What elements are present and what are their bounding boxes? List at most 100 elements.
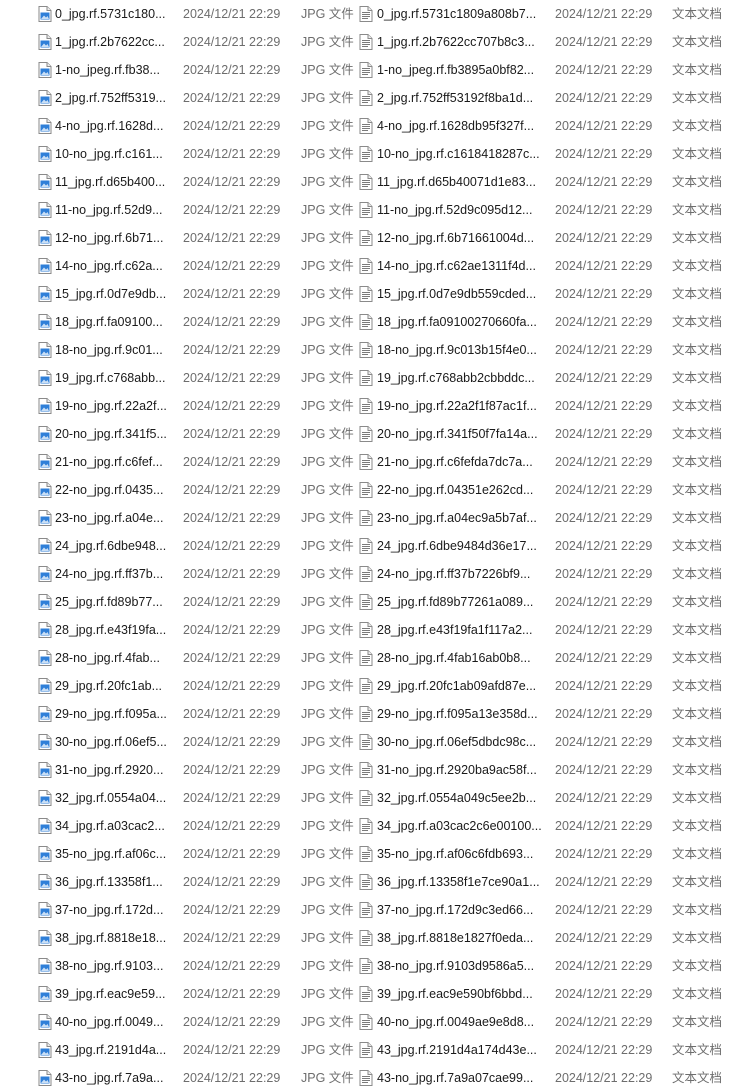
text-file-name[interactable]: 43-no_jpg.rf.7a9a07cae99... — [377, 1064, 543, 1092]
jpg-file-name[interactable]: 23-no_jpg.rf.a04e... — [55, 504, 173, 532]
text-file-name[interactable]: 18_jpg.rf.fa09100270660fa... — [377, 308, 543, 336]
jpg-file-name[interactable]: 31-no_jpg.rf.2920... — [55, 756, 173, 784]
jpg-file-name[interactable]: 14-no_jpg.rf.c62a... — [55, 252, 173, 280]
jpg-file-name[interactable]: 18_jpg.rf.fa09100... — [55, 308, 173, 336]
file-row[interactable]: 18_jpg.rf.fa09100... 2024/12/21 22:29 JP… — [0, 308, 750, 336]
file-row[interactable]: 2_jpg.rf.752ff5319... 2024/12/21 22:29 J… — [0, 84, 750, 112]
jpg-file-name[interactable]: 29_jpg.rf.20fc1ab... — [55, 672, 173, 700]
text-file-name[interactable]: 11_jpg.rf.d65b40071d1e83... — [377, 168, 543, 196]
text-file-name[interactable]: 1_jpg.rf.2b7622cc707b8c3... — [377, 28, 543, 56]
text-file-name[interactable]: 18-no_jpg.rf.9c013b15f4e0... — [377, 336, 543, 364]
jpg-file-name[interactable]: 19-no_jpg.rf.22a2f... — [55, 392, 173, 420]
file-row[interactable]: 19_jpg.rf.c768abb... 2024/12/21 22:29 JP… — [0, 364, 750, 392]
text-file-name[interactable]: 0_jpg.rf.5731c1809a808b7... — [377, 0, 543, 28]
jpg-file-name[interactable]: 28-no_jpg.rf.4fab... — [55, 644, 173, 672]
file-row[interactable]: 43-no_jpg.rf.7a9a... 2024/12/21 22:29 JP… — [0, 1064, 750, 1092]
jpg-file-name[interactable]: 38_jpg.rf.8818e18... — [55, 924, 173, 952]
jpg-file-name[interactable]: 19_jpg.rf.c768abb... — [55, 364, 173, 392]
text-file-name[interactable]: 37-no_jpg.rf.172d9c3ed66... — [377, 896, 543, 924]
jpg-file-name[interactable]: 32_jpg.rf.0554a04... — [55, 784, 173, 812]
file-row[interactable]: 32_jpg.rf.0554a04... 2024/12/21 22:29 JP… — [0, 784, 750, 812]
text-file-name[interactable]: 34_jpg.rf.a03cac2c6e00100... — [377, 812, 543, 840]
text-file-name[interactable]: 39_jpg.rf.eac9e590bf6bbd... — [377, 980, 543, 1008]
jpg-file-name[interactable]: 39_jpg.rf.eac9e59... — [55, 980, 173, 1008]
text-file-name[interactable]: 29_jpg.rf.20fc1ab09afd87e... — [377, 672, 543, 700]
text-file-name[interactable]: 22-no_jpg.rf.04351e262cd... — [377, 476, 543, 504]
text-file-name[interactable]: 14-no_jpg.rf.c62ae1311f4d... — [377, 252, 543, 280]
jpg-file-name[interactable]: 20-no_jpg.rf.341f5... — [55, 420, 173, 448]
jpg-file-name[interactable]: 36_jpg.rf.13358f1... — [55, 868, 173, 896]
text-file-name[interactable]: 38_jpg.rf.8818e1827f0eda... — [377, 924, 543, 952]
text-file-name[interactable]: 19_jpg.rf.c768abb2cbbddc... — [377, 364, 543, 392]
file-row[interactable]: 22-no_jpg.rf.0435... 2024/12/21 22:29 JP… — [0, 476, 750, 504]
file-row[interactable]: 25_jpg.rf.fd89b77... 2024/12/21 22:29 JP… — [0, 588, 750, 616]
text-file-name[interactable]: 28-no_jpg.rf.4fab16ab0b8... — [377, 644, 543, 672]
file-row[interactable]: 23-no_jpg.rf.a04e... 2024/12/21 22:29 JP… — [0, 504, 750, 532]
file-row[interactable]: 0_jpg.rf.5731c180... 2024/12/21 22:29 JP… — [0, 0, 750, 28]
jpg-file-name[interactable]: 2_jpg.rf.752ff5319... — [55, 84, 173, 112]
file-row[interactable]: 18-no_jpg.rf.9c01... 2024/12/21 22:29 JP… — [0, 336, 750, 364]
text-file-name[interactable]: 11-no_jpg.rf.52d9c095d12... — [377, 196, 543, 224]
jpg-file-name[interactable]: 12-no_jpg.rf.6b71... — [55, 224, 173, 252]
file-row[interactable]: 12-no_jpg.rf.6b71... 2024/12/21 22:29 JP… — [0, 224, 750, 252]
text-file-name[interactable]: 32_jpg.rf.0554a049c5ee2b... — [377, 784, 543, 812]
text-file-name[interactable]: 38-no_jpg.rf.9103d9586a5... — [377, 952, 543, 980]
text-file-name[interactable]: 2_jpg.rf.752ff53192f8ba1d... — [377, 84, 543, 112]
jpg-file-name[interactable]: 25_jpg.rf.fd89b77... — [55, 588, 173, 616]
jpg-file-name[interactable]: 37-no_jpg.rf.172d... — [55, 896, 173, 924]
file-row[interactable]: 39_jpg.rf.eac9e59... 2024/12/21 22:29 JP… — [0, 980, 750, 1008]
file-row[interactable]: 34_jpg.rf.a03cac2... 2024/12/21 22:29 JP… — [0, 812, 750, 840]
text-file-name[interactable]: 4-no_jpg.rf.1628db95f327f... — [377, 112, 543, 140]
file-row[interactable]: 4-no_jpg.rf.1628d... 2024/12/21 22:29 JP… — [0, 112, 750, 140]
file-row[interactable]: 28_jpg.rf.e43f19fa... 2024/12/21 22:29 J… — [0, 616, 750, 644]
jpg-file-name[interactable]: 18-no_jpg.rf.9c01... — [55, 336, 173, 364]
file-row[interactable]: 30-no_jpg.rf.06ef5... 2024/12/21 22:29 J… — [0, 728, 750, 756]
jpg-file-name[interactable]: 29-no_jpg.rf.f095a... — [55, 700, 173, 728]
jpg-file-name[interactable]: 4-no_jpg.rf.1628d... — [55, 112, 173, 140]
text-file-name[interactable]: 24-no_jpg.rf.ff37b7226bf9... — [377, 560, 543, 588]
text-file-name[interactable]: 23-no_jpg.rf.a04ec9a5b7af... — [377, 504, 543, 532]
file-row[interactable]: 11-no_jpg.rf.52d9... 2024/12/21 22:29 JP… — [0, 196, 750, 224]
file-row[interactable]: 40-no_jpg.rf.0049... 2024/12/21 22:29 JP… — [0, 1008, 750, 1036]
text-file-name[interactable]: 25_jpg.rf.fd89b77261a089... — [377, 588, 543, 616]
file-row[interactable]: 29_jpg.rf.20fc1ab... 2024/12/21 22:29 JP… — [0, 672, 750, 700]
jpg-file-name[interactable]: 10-no_jpg.rf.c161... — [55, 140, 173, 168]
file-row[interactable]: 38-no_jpg.rf.9103... 2024/12/21 22:29 JP… — [0, 952, 750, 980]
jpg-file-name[interactable]: 1_jpg.rf.2b7622cc... — [55, 28, 173, 56]
file-row[interactable]: 31-no_jpg.rf.2920... 2024/12/21 22:29 JP… — [0, 756, 750, 784]
text-file-name[interactable]: 21-no_jpg.rf.c6fefda7dc7a... — [377, 448, 543, 476]
jpg-file-name[interactable]: 28_jpg.rf.e43f19fa... — [55, 616, 173, 644]
file-row[interactable]: 29-no_jpg.rf.f095a... 2024/12/21 22:29 J… — [0, 700, 750, 728]
text-file-name[interactable]: 15_jpg.rf.0d7e9db559cded... — [377, 280, 543, 308]
jpg-file-name[interactable]: 1-no_jpeg.rf.fb38... — [55, 56, 173, 84]
file-row[interactable]: 37-no_jpg.rf.172d... 2024/12/21 22:29 JP… — [0, 896, 750, 924]
text-file-name[interactable]: 20-no_jpg.rf.341f50f7fa14a... — [377, 420, 543, 448]
jpg-file-name[interactable]: 38-no_jpg.rf.9103... — [55, 952, 173, 980]
file-row[interactable]: 38_jpg.rf.8818e18... 2024/12/21 22:29 JP… — [0, 924, 750, 952]
text-file-name[interactable]: 31-no_jpg.rf.2920ba9ac58f... — [377, 756, 543, 784]
jpg-file-name[interactable]: 34_jpg.rf.a03cac2... — [55, 812, 173, 840]
jpg-file-name[interactable]: 24-no_jpg.rf.ff37b... — [55, 560, 173, 588]
file-row[interactable]: 10-no_jpg.rf.c161... 2024/12/21 22:29 JP… — [0, 140, 750, 168]
text-file-name[interactable]: 30-no_jpg.rf.06ef5dbdc98c... — [377, 728, 543, 756]
jpg-file-name[interactable]: 30-no_jpg.rf.06ef5... — [55, 728, 173, 756]
jpg-file-name[interactable]: 35-no_jpg.rf.af06c... — [55, 840, 173, 868]
text-file-name[interactable]: 28_jpg.rf.e43f19fa1f117a2... — [377, 616, 543, 644]
jpg-file-name[interactable]: 15_jpg.rf.0d7e9db... — [55, 280, 173, 308]
file-row[interactable]: 14-no_jpg.rf.c62a... 2024/12/21 22:29 JP… — [0, 252, 750, 280]
file-row[interactable]: 1_jpg.rf.2b7622cc... 2024/12/21 22:29 JP… — [0, 28, 750, 56]
text-file-name[interactable]: 24_jpg.rf.6dbe9484d36e17... — [377, 532, 543, 560]
jpg-file-name[interactable]: 24_jpg.rf.6dbe948... — [55, 532, 173, 560]
text-file-name[interactable]: 29-no_jpg.rf.f095a13e358d... — [377, 700, 543, 728]
file-row[interactable]: 43_jpg.rf.2191d4a... 2024/12/21 22:29 JP… — [0, 1036, 750, 1064]
text-file-name[interactable]: 43_jpg.rf.2191d4a174d43e... — [377, 1036, 543, 1064]
file-row[interactable]: 20-no_jpg.rf.341f5... 2024/12/21 22:29 J… — [0, 420, 750, 448]
file-row[interactable]: 28-no_jpg.rf.4fab... 2024/12/21 22:29 JP… — [0, 644, 750, 672]
jpg-file-name[interactable]: 22-no_jpg.rf.0435... — [55, 476, 173, 504]
file-row[interactable]: 35-no_jpg.rf.af06c... 2024/12/21 22:29 J… — [0, 840, 750, 868]
file-row[interactable]: 19-no_jpg.rf.22a2f... 2024/12/21 22:29 J… — [0, 392, 750, 420]
file-row[interactable]: 15_jpg.rf.0d7e9db... 2024/12/21 22:29 JP… — [0, 280, 750, 308]
jpg-file-name[interactable]: 11-no_jpg.rf.52d9... — [55, 196, 173, 224]
file-row[interactable]: 24-no_jpg.rf.ff37b... 2024/12/21 22:29 J… — [0, 560, 750, 588]
jpg-file-name[interactable]: 21-no_jpg.rf.c6fef... — [55, 448, 173, 476]
